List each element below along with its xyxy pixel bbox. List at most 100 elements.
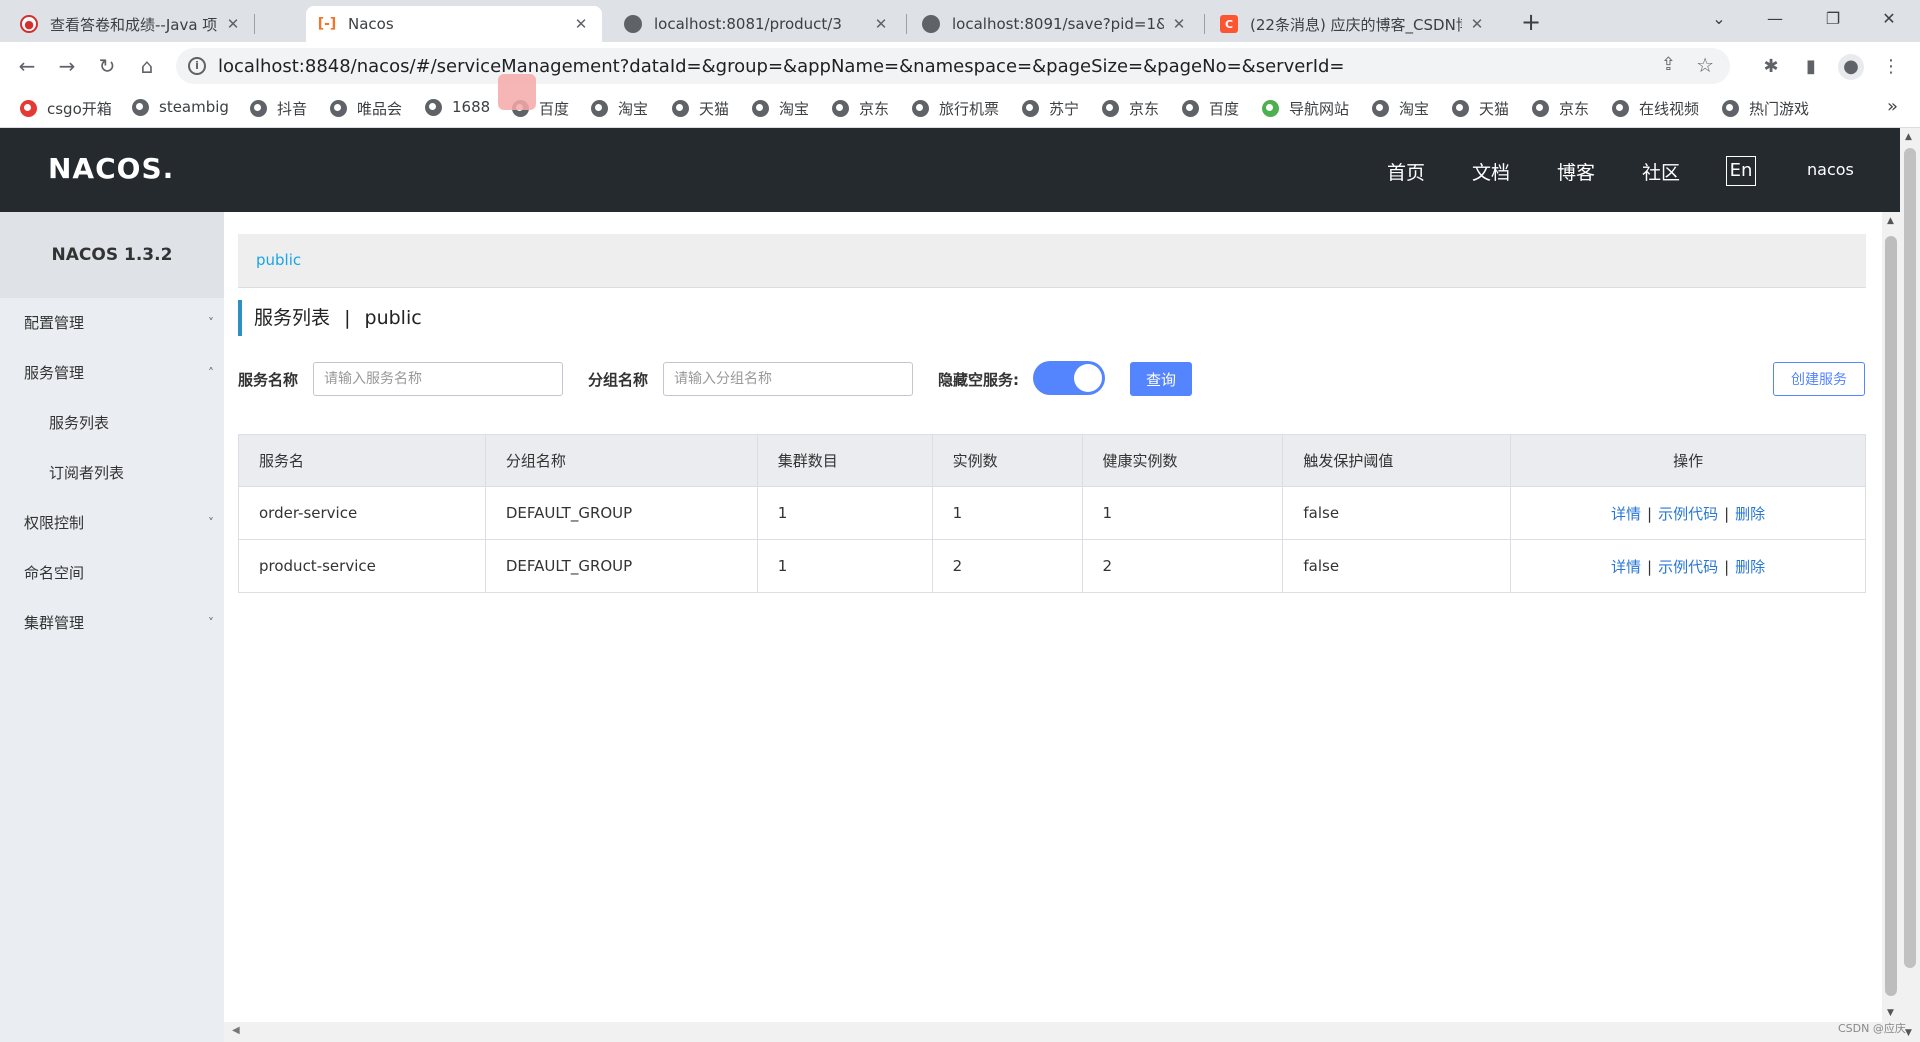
forward-arrow-icon[interactable]: →: [52, 52, 82, 82]
bookmark-item[interactable]: 抖音: [250, 98, 307, 119]
browser-tab[interactable]: localhost:8081/product/3 ✕: [612, 6, 902, 42]
sidebar-item-access-control[interactable]: 权限控制 ˅: [0, 498, 224, 548]
cell-instances: 1: [932, 486, 1083, 540]
profile-avatar-icon[interactable]: ●: [1838, 54, 1864, 80]
language-toggle-button[interactable]: En: [1726, 156, 1756, 186]
scroll-left-arrow-icon[interactable]: ◀: [232, 1025, 240, 1036]
browser-tab-active[interactable]: [-] Nacos ✕: [306, 6, 602, 42]
nav-home[interactable]: 首页: [1387, 158, 1425, 185]
bookmark-item[interactable]: 天猫: [1452, 98, 1509, 119]
bookmark-item[interactable]: 淘宝: [591, 98, 648, 119]
bookmark-item[interactable]: 苏宁: [1022, 98, 1079, 119]
sidebar-item-service-list[interactable]: 服务列表: [0, 398, 224, 448]
sidebar-item-cluster-management[interactable]: 集群管理 ˅: [0, 598, 224, 648]
browser-tab[interactable]: C (22条消息) 应庆的博客_CSDN博 ✕: [1208, 6, 1498, 42]
share-icon[interactable]: ⇪: [1661, 54, 1676, 75]
browser-tab[interactable]: ● 查看答卷和成绩--Java 项目阶段 ✕: [8, 6, 254, 42]
minimize-icon[interactable]: —: [1752, 4, 1798, 34]
delete-link[interactable]: 删除: [1735, 558, 1765, 576]
scroll-down-arrow-icon[interactable]: ▼: [1905, 1028, 1912, 1038]
side-panel-icon[interactable]: ▮: [1798, 54, 1824, 80]
scroll-up-arrow-icon[interactable]: ▲: [1905, 132, 1912, 142]
bookmark-item[interactable]: csgo开箱: [20, 98, 112, 119]
watermark: CSDN @应庆: [1838, 1022, 1906, 1035]
scroll-up-arrow-icon[interactable]: ▲: [1887, 216, 1894, 226]
nacos-logo[interactable]: NACOS.: [48, 152, 174, 185]
bookmark-item[interactable]: 1688: [425, 98, 490, 116]
sample-code-link[interactable]: 示例代码: [1658, 505, 1718, 523]
close-icon[interactable]: ✕: [872, 15, 890, 33]
sidebar-item-subscriber-list[interactable]: 订阅者列表: [0, 448, 224, 498]
bookmark-item[interactable]: 唯品会: [330, 98, 402, 119]
namespace-link-public[interactable]: public: [256, 251, 301, 269]
nav-blog[interactable]: 博客: [1557, 158, 1595, 185]
bookmark-item[interactable]: 淘宝: [1372, 98, 1429, 119]
scroll-down-arrow-icon[interactable]: ▼: [1887, 1008, 1894, 1018]
globe-icon: [250, 100, 267, 117]
scrollbar-thumb[interactable]: [1904, 148, 1916, 968]
close-icon[interactable]: ✕: [224, 15, 242, 33]
bookmark-item[interactable]: 淘宝: [752, 98, 809, 119]
menu-kebab-icon[interactable]: ⋮: [1878, 54, 1904, 80]
query-button[interactable]: 查询: [1130, 362, 1192, 396]
window-close-icon[interactable]: ✕: [1866, 4, 1912, 34]
sidebar-item-config-management[interactable]: 配置管理 ˅: [0, 298, 224, 348]
table-row: product-service DEFAULT_GROUP 1 2 2 fals…: [238, 539, 1866, 593]
tab-divider: [906, 14, 907, 34]
restore-icon[interactable]: ❐: [1810, 4, 1856, 34]
horizontal-scrollbar[interactable]: ◀: [224, 1022, 1900, 1042]
cell-threshold: false: [1282, 539, 1512, 593]
url-text[interactable]: localhost:8848/nacos/#/serviceManagement…: [218, 56, 1345, 77]
eye-icon: ●: [20, 15, 38, 33]
service-name-input[interactable]: [313, 362, 563, 396]
bookmark-item[interactable]: 京东: [1102, 98, 1159, 119]
bookmark-item[interactable]: steambig: [132, 98, 229, 116]
bookmark-item[interactable]: 导航网站: [1262, 98, 1349, 119]
bookmark-item[interactable]: 旅行机票: [912, 98, 999, 119]
content-vertical-scrollbar[interactable]: ▲ ▼: [1882, 212, 1900, 1022]
page-vertical-scrollbar[interactable]: ▲ ▼: [1900, 128, 1920, 1042]
detail-link[interactable]: 详情: [1611, 558, 1641, 576]
extensions-puzzle-icon[interactable]: ✱: [1758, 54, 1784, 80]
tab-title: localhost:8081/product/3: [654, 15, 842, 33]
chevron-down-icon: ˅: [208, 616, 214, 630]
close-icon[interactable]: ✕: [572, 15, 590, 33]
bookmark-item[interactable]: 百度: [1182, 98, 1239, 119]
hide-empty-toggle[interactable]: [1033, 361, 1105, 395]
home-icon[interactable]: ⌂: [132, 52, 162, 82]
detail-link[interactable]: 详情: [1611, 505, 1641, 523]
sidebar-item-namespace[interactable]: 命名空间: [0, 548, 224, 598]
sidebar-item-service-management[interactable]: 服务管理 ˄: [0, 348, 224, 398]
bookmark-item[interactable]: 热门游戏: [1722, 98, 1809, 119]
globe-icon: [672, 100, 689, 117]
delete-link[interactable]: 删除: [1735, 505, 1765, 523]
nacos-icon: [-]: [317, 15, 337, 33]
nav-community[interactable]: 社区: [1642, 158, 1680, 185]
reload-icon[interactable]: ↻: [92, 52, 122, 82]
chevron-down-icon: ˅: [208, 516, 214, 530]
tab-search-chevron-icon[interactable]: ⌄: [1696, 4, 1742, 34]
bookmark-item[interactable]: 京东: [832, 98, 889, 119]
bookmark-item[interactable]: 京东: [1532, 98, 1589, 119]
bookmark-item[interactable]: 天猫: [672, 98, 729, 119]
bookmarks-overflow-icon[interactable]: »: [1887, 96, 1898, 117]
browser-tab[interactable]: localhost:8091/save?pid=1&u ✕: [910, 6, 1200, 42]
tab-title: 查看答卷和成绩--Java 项目阶段: [50, 15, 218, 34]
toggle-knob: [1074, 364, 1102, 392]
sample-code-link[interactable]: 示例代码: [1658, 558, 1718, 576]
site-info-icon[interactable]: i: [188, 57, 206, 75]
user-name[interactable]: nacos: [1807, 160, 1854, 179]
bookmark-star-icon[interactable]: ☆: [1696, 53, 1714, 77]
close-icon[interactable]: ✕: [1468, 15, 1486, 33]
create-service-button[interactable]: 创建服务: [1773, 362, 1865, 396]
globe-icon: [624, 15, 642, 33]
bookmark-item[interactable]: 在线视频: [1612, 98, 1699, 119]
nav-docs[interactable]: 文档: [1472, 158, 1510, 185]
scrollbar-thumb[interactable]: [1885, 236, 1897, 996]
group-name-input[interactable]: [663, 362, 913, 396]
close-icon[interactable]: ✕: [1170, 15, 1188, 33]
chevron-up-icon: ˄: [208, 366, 214, 380]
new-tab-plus-icon[interactable]: +: [1516, 8, 1546, 38]
back-arrow-icon[interactable]: ←: [12, 52, 42, 82]
address-bar[interactable]: i localhost:8848/nacos/#/serviceManageme…: [176, 48, 1730, 84]
